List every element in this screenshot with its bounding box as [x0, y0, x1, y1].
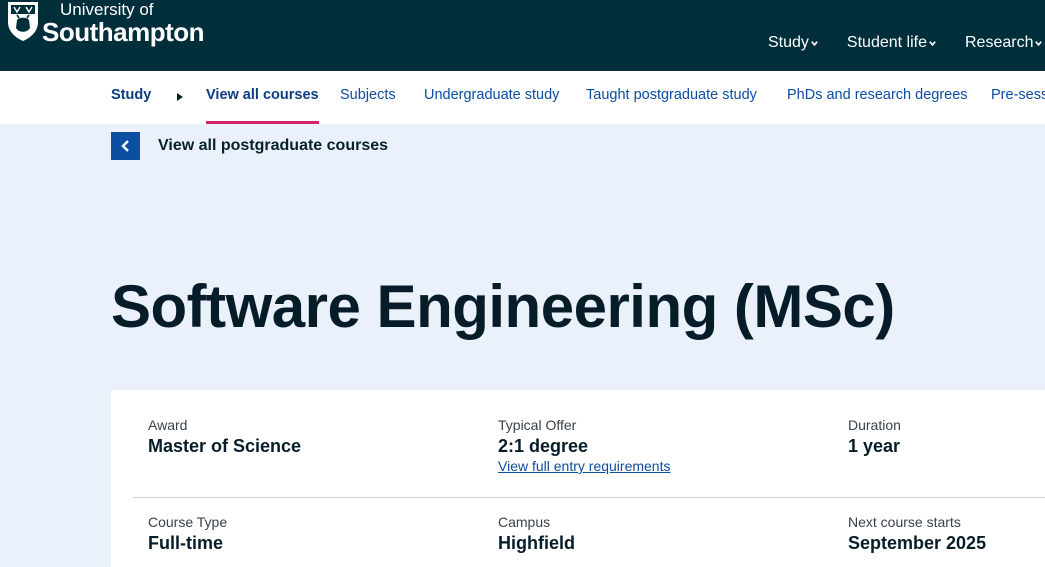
subnav-phds-research-degrees[interactable]: PhDs and research degrees: [787, 71, 968, 124]
subnav-view-all-courses[interactable]: View all courses: [206, 71, 319, 124]
fact-duration-value: 1 year: [848, 436, 901, 456]
chevron-down-icon: [1035, 40, 1043, 46]
subnav-subjects[interactable]: Subjects: [340, 71, 396, 124]
divider: [133, 497, 1045, 498]
fact-award-label: Award: [148, 417, 188, 433]
fact-duration: Duration 1 year: [848, 417, 901, 457]
course-key-facts: Award Master of Science Typical Offer 2:…: [111, 390, 1045, 567]
chevron-down-icon: [929, 40, 936, 46]
entry-requirements-link[interactable]: View full entry requirements: [498, 458, 670, 474]
fact-typical-offer: Typical Offer 2:1 degree View full entry…: [498, 417, 670, 474]
nav-item-study[interactable]: Study: [768, 34, 819, 52]
fact-award-value: Master of Science: [148, 436, 302, 456]
chevron-left-icon: [120, 140, 129, 152]
caret-right-icon: [177, 93, 183, 101]
fact-course-type: Course Type Full-time: [148, 514, 227, 554]
nav-item-student-life-label: Student life: [846, 34, 927, 51]
fact-start-label: Next course starts: [848, 514, 961, 530]
fact-campus-label: Campus: [498, 514, 551, 530]
logo-text-line2: Southampton: [42, 17, 205, 47]
chevron-down-icon: [811, 40, 818, 46]
nav-item-study-label: Study: [768, 34, 809, 51]
university-logo[interactable]: University of Southampton: [6, 0, 216, 46]
subnav-pre-sessional[interactable]: Pre-sess: [991, 71, 1045, 124]
subnav-undergraduate-study[interactable]: Undergraduate study: [424, 71, 559, 124]
fact-next-start: Next course starts September 2025: [848, 514, 986, 554]
fact-campus-value: Highfield: [498, 533, 575, 553]
fact-award: Award Master of Science: [148, 417, 301, 457]
subnav-taught-postgraduate-study[interactable]: Taught postgraduate study: [586, 71, 757, 124]
crest-icon: [8, 2, 38, 41]
fact-offer-label: Typical Offer: [498, 417, 577, 433]
nav-item-research[interactable]: Research: [965, 34, 1043, 52]
fact-start-value: September 2025: [848, 533, 987, 553]
nav-item-research-label: Research: [964, 34, 1034, 51]
page-title: Software Engineering (MSc): [111, 273, 895, 340]
fact-offer-value: 2:1 degree: [498, 436, 589, 456]
logo-text-line1: University of: [60, 0, 154, 19]
back-link[interactable]: View all postgraduate courses: [111, 132, 388, 160]
subnav-study[interactable]: Study: [111, 71, 151, 124]
fact-duration-label: Duration: [848, 417, 901, 433]
nav-item-student-life[interactable]: Student life: [847, 34, 937, 52]
section-navigation: Study View all courses Subjects Undergra…: [0, 71, 1045, 124]
back-link-label[interactable]: View all postgraduate courses: [158, 137, 388, 155]
back-button[interactable]: [111, 132, 140, 160]
site-header: University of Southampton Study Student …: [0, 0, 1045, 71]
fact-type-label: Course Type: [148, 514, 228, 530]
fact-campus: Campus Highfield: [498, 514, 575, 554]
fact-type-value: Full-time: [148, 533, 223, 553]
main-navigation: Study Student life Research: [768, 34, 1043, 52]
